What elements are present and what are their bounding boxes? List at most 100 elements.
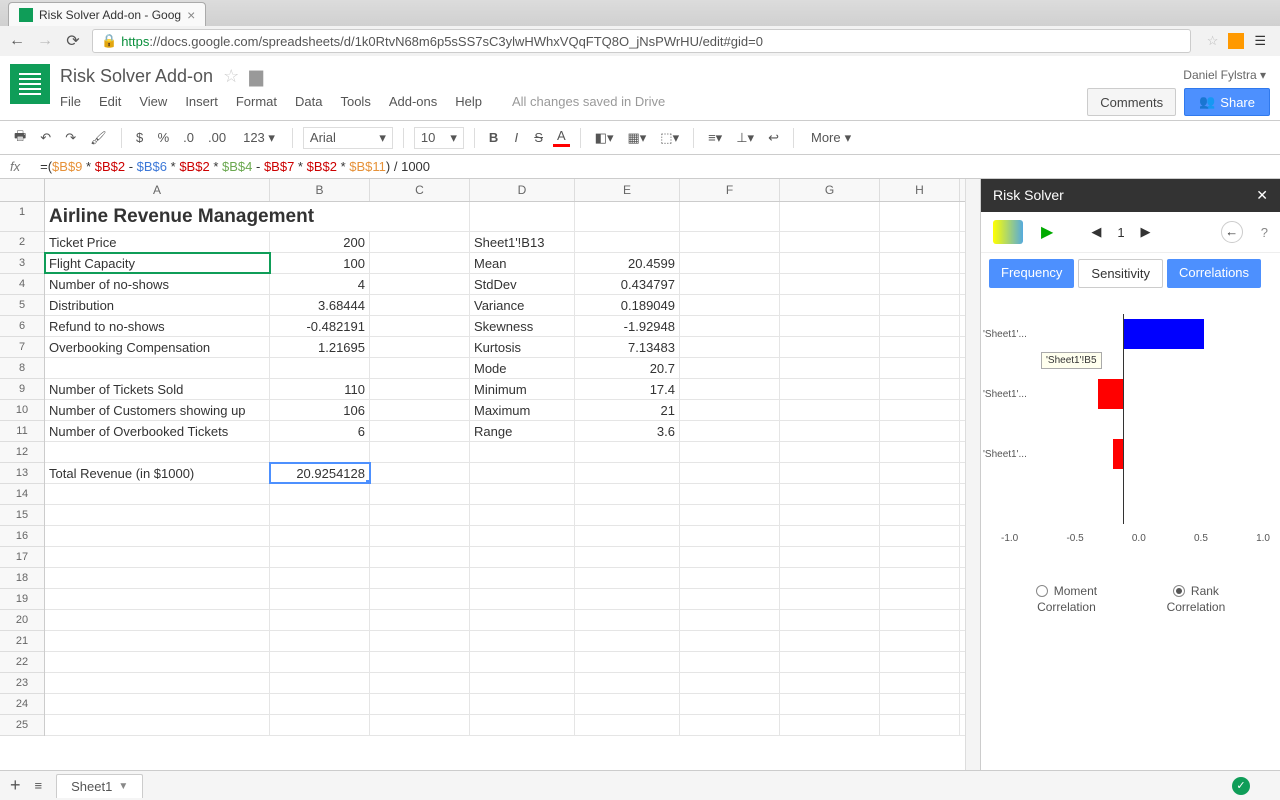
- cell-C25[interactable]: [370, 715, 470, 735]
- cell-H11[interactable]: [880, 421, 960, 441]
- cell-D17[interactable]: [470, 547, 575, 567]
- cell-F1[interactable]: [680, 202, 780, 231]
- cell-D2[interactable]: Sheet1'!B13: [470, 232, 575, 252]
- cell-E6[interactable]: -1.92948: [575, 316, 680, 336]
- print-icon[interactable]: 🖶: [10, 125, 30, 151]
- row-header-12[interactable]: 12: [0, 442, 44, 463]
- row-header-23[interactable]: 23: [0, 673, 44, 694]
- cell-B4[interactable]: 4: [270, 274, 370, 294]
- next-icon[interactable]: ▶: [1141, 224, 1151, 240]
- cell-D22[interactable]: [470, 652, 575, 672]
- share-button[interactable]: 👥Share: [1184, 88, 1270, 116]
- cell-H22[interactable]: [880, 652, 960, 672]
- cell-F20[interactable]: [680, 610, 780, 630]
- cell-E4[interactable]: 0.434797: [575, 274, 680, 294]
- cell-F9[interactable]: [680, 379, 780, 399]
- cell-C24[interactable]: [370, 694, 470, 714]
- cell-A1[interactable]: Airline Revenue Management: [45, 202, 470, 231]
- cell-A25[interactable]: [45, 715, 270, 735]
- cell-F19[interactable]: [680, 589, 780, 609]
- cell-H1[interactable]: [880, 202, 960, 231]
- folder-icon[interactable]: ▆: [249, 66, 263, 87]
- row-header-14[interactable]: 14: [0, 484, 44, 505]
- row-header-22[interactable]: 22: [0, 652, 44, 673]
- cell-D5[interactable]: Variance: [470, 295, 575, 315]
- browser-tab[interactable]: Risk Solver Add-on - Goog ×: [8, 2, 206, 26]
- row-header-19[interactable]: 19: [0, 589, 44, 610]
- tab-frequency[interactable]: Frequency: [989, 259, 1074, 288]
- cell-G4[interactable]: [780, 274, 880, 294]
- cell-H20[interactable]: [880, 610, 960, 630]
- cell-H13[interactable]: [880, 463, 960, 483]
- cell-D20[interactable]: [470, 610, 575, 630]
- cell-F14[interactable]: [680, 484, 780, 504]
- cell-A3[interactable]: Flight Capacity: [45, 253, 270, 273]
- merge-icon[interactable]: ⬚▾: [656, 128, 683, 148]
- extension-icon[interactable]: [1228, 33, 1244, 49]
- menu-format[interactable]: Format: [236, 94, 277, 109]
- paint-format-icon[interactable]: 🖌: [86, 128, 111, 148]
- star-icon[interactable]: ☆: [1207, 33, 1219, 49]
- row-header-5[interactable]: 5: [0, 295, 44, 316]
- spreadsheet[interactable]: 1234567891011121314151617181920212223242…: [0, 179, 980, 770]
- cell-C5[interactable]: [370, 295, 470, 315]
- redo-icon[interactable]: ↷: [61, 128, 80, 148]
- row-header-21[interactable]: 21: [0, 631, 44, 652]
- cell-G24[interactable]: [780, 694, 880, 714]
- cell-F17[interactable]: [680, 547, 780, 567]
- cell-E21[interactable]: [575, 631, 680, 651]
- cell-E23[interactable]: [575, 673, 680, 693]
- cell-A23[interactable]: [45, 673, 270, 693]
- cell-E15[interactable]: [575, 505, 680, 525]
- address-bar[interactable]: 🔒 https://docs.google.com/spreadsheets/d…: [92, 29, 1191, 53]
- cell-E22[interactable]: [575, 652, 680, 672]
- col-header-B[interactable]: B: [270, 179, 370, 201]
- cell-B19[interactable]: [270, 589, 370, 609]
- undo-icon[interactable]: ↶: [36, 128, 55, 148]
- number-format-select[interactable]: 123 ▾: [236, 127, 282, 149]
- cell-C15[interactable]: [370, 505, 470, 525]
- cell-H6[interactable]: [880, 316, 960, 336]
- cell-H3[interactable]: [880, 253, 960, 273]
- cell-G14[interactable]: [780, 484, 880, 504]
- cell-C18[interactable]: [370, 568, 470, 588]
- menu-tools[interactable]: Tools: [340, 94, 370, 109]
- cell-E11[interactable]: 3.6: [575, 421, 680, 441]
- cell-A9[interactable]: Number of Tickets Sold: [45, 379, 270, 399]
- back-icon[interactable]: ←: [8, 32, 26, 50]
- cell-F22[interactable]: [680, 652, 780, 672]
- cell-D6[interactable]: Skewness: [470, 316, 575, 336]
- col-header-G[interactable]: G: [780, 179, 880, 201]
- row-header-10[interactable]: 10: [0, 400, 44, 421]
- cell-A16[interactable]: [45, 526, 270, 546]
- cell-A4[interactable]: Number of no-shows: [45, 274, 270, 294]
- cell-A10[interactable]: Number of Customers showing up: [45, 400, 270, 420]
- text-color-icon[interactable]: A: [553, 128, 570, 147]
- col-header-H[interactable]: H: [880, 179, 960, 201]
- cell-E13[interactable]: [575, 463, 680, 483]
- cell-E1[interactable]: [575, 202, 680, 231]
- cell-F2[interactable]: [680, 232, 780, 252]
- sidebar-close-icon[interactable]: ✕: [1256, 187, 1268, 204]
- cell-B16[interactable]: [270, 526, 370, 546]
- cell-A19[interactable]: [45, 589, 270, 609]
- row-header-17[interactable]: 17: [0, 547, 44, 568]
- menu-view[interactable]: View: [139, 94, 167, 109]
- cell-C11[interactable]: [370, 421, 470, 441]
- cell-A18[interactable]: [45, 568, 270, 588]
- tab-close-icon[interactable]: ×: [187, 7, 195, 23]
- col-header-C[interactable]: C: [370, 179, 470, 201]
- col-header-E[interactable]: E: [575, 179, 680, 201]
- sheets-logo-icon[interactable]: [10, 64, 50, 104]
- cell-H18[interactable]: [880, 568, 960, 588]
- bold-icon[interactable]: B: [485, 128, 502, 147]
- halign-icon[interactable]: ≡▾: [704, 128, 726, 148]
- cell-D18[interactable]: [470, 568, 575, 588]
- cell-A17[interactable]: [45, 547, 270, 567]
- cell-B17[interactable]: [270, 547, 370, 567]
- cell-B5[interactable]: 3.68444: [270, 295, 370, 315]
- cell-D19[interactable]: [470, 589, 575, 609]
- cell-G7[interactable]: [780, 337, 880, 357]
- font-size-select[interactable]: 10 ▾: [414, 127, 464, 149]
- cell-E18[interactable]: [575, 568, 680, 588]
